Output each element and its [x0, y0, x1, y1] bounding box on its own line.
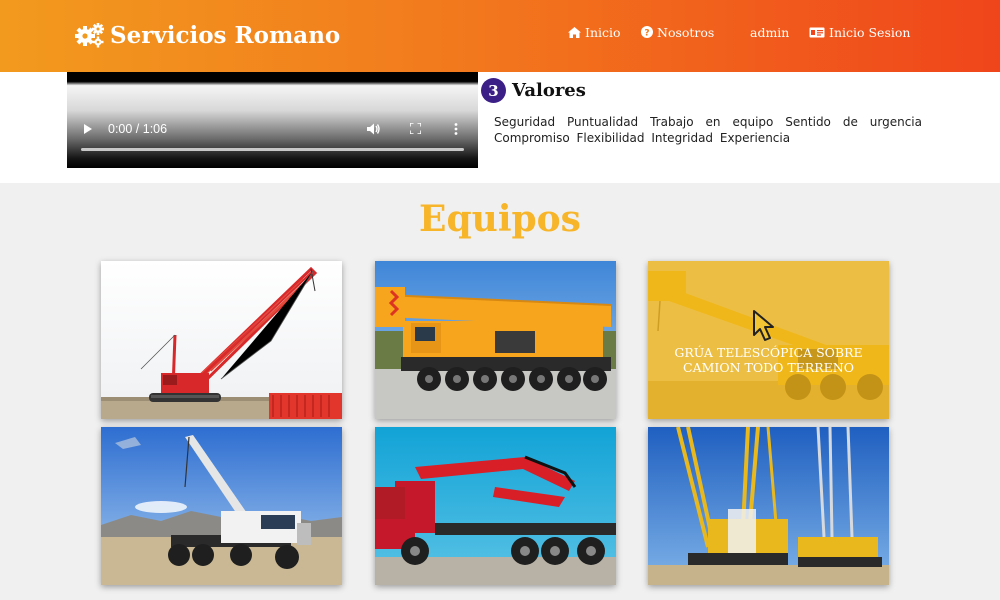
- brand-name: Servicios Romano: [110, 21, 341, 49]
- nav-user[interactable]: admin: [750, 24, 789, 40]
- video-time: 0:00 / 1:06: [108, 122, 168, 136]
- orange-all-terrain-crane-image: [375, 261, 616, 419]
- equipo-card-red-crawler-crane[interactable]: [101, 261, 342, 419]
- nav-inicio[interactable]: Inicio: [568, 24, 621, 40]
- nav-user-label: admin: [750, 24, 790, 40]
- video-player[interactable]: 0:00 / 1:06: [67, 72, 478, 168]
- equipo-card-hover-label: GRÚA TELESCÓPICA SOBRE CAMION TODO TERRE…: [674, 345, 863, 375]
- gears-icon: [75, 23, 104, 48]
- top-navbar: Servicios Romano Inicio ? Nosotros admin…: [0, 0, 1000, 72]
- video-progress-track[interactable]: [81, 148, 464, 151]
- red-crawler-crane-image: [101, 261, 342, 419]
- mouse-pointer-icon: [753, 310, 774, 341]
- nav-nosotros[interactable]: ? Nosotros: [641, 24, 714, 40]
- id-card-icon: [809, 27, 825, 37]
- yellow-lattice-crawler-cranes-image: [648, 427, 889, 585]
- svg-text:?: ?: [644, 29, 649, 39]
- nav-inicio-label: Inicio: [585, 24, 621, 40]
- volume-icon[interactable]: [367, 123, 381, 135]
- fullscreen-icon[interactable]: [410, 123, 421, 134]
- valores-text: Seguridad Puntualidad Trabajo en equipo …: [494, 115, 922, 145]
- play-icon[interactable]: [83, 123, 93, 135]
- nav-nosotros-label: Nosotros: [657, 24, 715, 40]
- nav-login-label: Inicio Sesion: [829, 24, 911, 40]
- question-circle-icon: ?: [641, 26, 653, 38]
- home-icon: [568, 26, 581, 38]
- equipo-card-orange-crane[interactable]: [375, 261, 616, 419]
- red-knuckle-boom-truck-image: [375, 427, 616, 585]
- nav-login[interactable]: Inicio Sesion: [809, 24, 910, 40]
- equipos-title: Equipos: [419, 198, 581, 240]
- equipo-card-boom-truck[interactable]: [101, 427, 342, 585]
- equipo-card-lattice-cranes[interactable]: [648, 427, 889, 585]
- brand-link[interactable]: Servicios Romano: [74, 18, 340, 52]
- equipo-card-knuckle-boom[interactable]: [375, 427, 616, 585]
- white-boom-truck-image: [101, 427, 342, 585]
- more-options-icon[interactable]: [454, 123, 458, 135]
- valores-number-badge: 3: [481, 78, 506, 103]
- valores-title: Valores: [512, 80, 586, 101]
